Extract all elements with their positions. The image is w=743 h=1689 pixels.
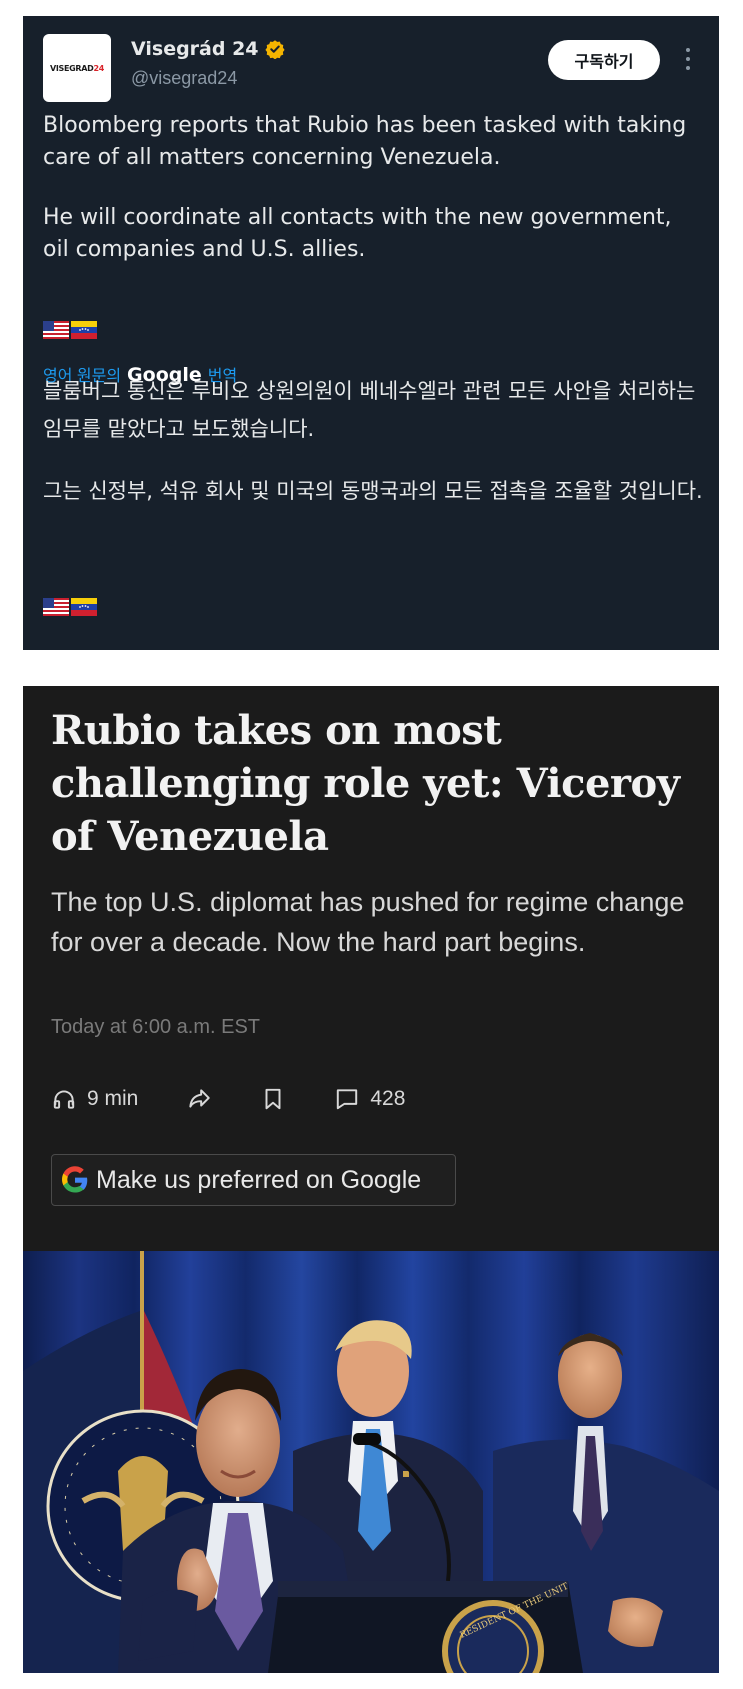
bookmark-button[interactable] bbox=[260, 1086, 286, 1112]
tweet-text-paragraph-2: He will coordinate all contacts with the… bbox=[43, 205, 672, 262]
article-subheadline: The top U.S. diplomat has pushed for reg… bbox=[51, 887, 685, 957]
venezuela-flag-icon bbox=[71, 598, 97, 616]
tweet-card: VISEGRAD 24 Visegrád 24 @visegrad24 구독하기 … bbox=[23, 16, 719, 650]
article-headline[interactable]: Rubio takes on most challenging role yet… bbox=[51, 704, 691, 863]
verified-badge-icon bbox=[264, 40, 285, 59]
flags-emoji-row bbox=[43, 321, 97, 339]
author-name-row: Visegrád 24 bbox=[131, 38, 285, 60]
article-photo: RESIDENT OF THE UNIT bbox=[23, 1251, 719, 1673]
bookmark-icon bbox=[265, 1088, 281, 1110]
tweet-text-paragraph-1: Bloomberg reports that Rubio has been ta… bbox=[43, 113, 687, 170]
translated-paragraph-2: 그는 신정부, 석유 회사 및 미국의 동맹국과의 모든 접촉을 조율할 것입니… bbox=[43, 479, 703, 503]
avatar[interactable]: VISEGRAD 24 bbox=[43, 34, 111, 102]
avatar-logo-accent: 24 bbox=[93, 63, 105, 73]
preferred-on-google-label: Make us preferred on Google bbox=[96, 1165, 422, 1194]
venezuela-flag-icon bbox=[71, 321, 97, 339]
article-card: Rubio takes on most challenging role yet… bbox=[23, 686, 719, 1251]
comments-button[interactable]: 428 bbox=[334, 1086, 405, 1112]
avatar-logo-text: VISEGRAD bbox=[49, 63, 94, 73]
headphones-icon bbox=[53, 1090, 75, 1109]
listen-duration: 9 min bbox=[87, 1087, 139, 1110]
display-name[interactable]: Visegrád 24 bbox=[131, 38, 259, 60]
google-g-icon bbox=[62, 1166, 88, 1193]
more-options-icon[interactable] bbox=[681, 42, 695, 76]
handle[interactable]: @visegrad24 bbox=[131, 68, 237, 89]
article-actions-bar: 9 min 428 bbox=[51, 1086, 405, 1112]
press-conference-photo: RESIDENT OF THE UNIT bbox=[23, 1251, 719, 1673]
us-flag-icon bbox=[43, 321, 69, 339]
share-button[interactable] bbox=[186, 1086, 212, 1112]
preferred-on-google-button[interactable]: Make us preferred on Google bbox=[51, 1154, 456, 1206]
comment-icon bbox=[337, 1089, 358, 1110]
translated-flags-emoji-row bbox=[43, 598, 97, 616]
article-timestamp: Today at 6:00 a.m. EST bbox=[51, 1016, 260, 1038]
subscribe-button[interactable]: 구독하기 bbox=[548, 40, 660, 80]
share-icon bbox=[189, 1089, 211, 1108]
translated-paragraph-1: 블룸버그 통신은 루비오 상원의원이 베네수엘라 관련 모든 사안을 처리하는 … bbox=[43, 379, 696, 441]
comment-count: 428 bbox=[370, 1087, 406, 1110]
us-flag-icon bbox=[43, 598, 69, 616]
listen-button[interactable]: 9 min bbox=[51, 1086, 138, 1112]
